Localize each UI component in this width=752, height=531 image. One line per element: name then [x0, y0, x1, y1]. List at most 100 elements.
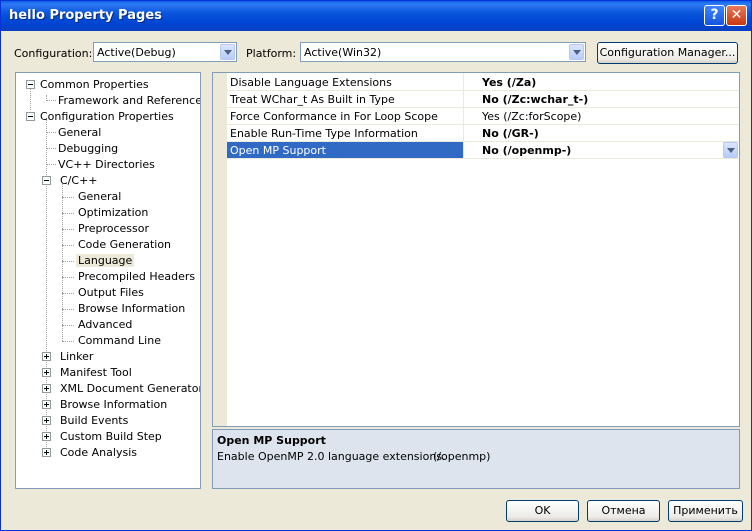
- tree-node-label: Code Analysis: [60, 446, 137, 459]
- tree-line: [62, 277, 74, 278]
- tree-node-label: Browse Information: [78, 302, 186, 315]
- tree-line: [62, 293, 74, 294]
- help-icon: ?: [710, 7, 719, 23]
- tree-node-cpp-preprocessor[interactable]: Preprocessor: [76, 221, 151, 237]
- tree-node-cpp-precompiled-headers[interactable]: Precompiled Headers: [76, 269, 197, 285]
- close-button[interactable]: ✕: [726, 5, 747, 26]
- window-title: hello Property Pages: [9, 8, 162, 23]
- tree-node-label: Build Events: [60, 414, 129, 427]
- property-row[interactable]: Treat WChar_t As Built in Type No (/Zc:wc…: [227, 91, 739, 108]
- tree-node-cpp-command-line[interactable]: Command Line: [76, 333, 163, 349]
- chevron-down-icon[interactable]: [569, 44, 584, 60]
- tree-line: [46, 132, 56, 133]
- tree-node-custom-build-step[interactable]: Custom Build Step: [42, 429, 164, 445]
- configuration-label: Configuration:: [14, 47, 93, 60]
- tree-node-label: Optimization: [78, 206, 149, 219]
- chevron-down-icon[interactable]: [220, 44, 235, 60]
- property-value[interactable]: No (/openmp-): [482, 144, 571, 157]
- configuration-manager-button[interactable]: Configuration Manager...: [597, 42, 738, 64]
- tree-node-label: VC++ Directories: [58, 158, 155, 171]
- expand-icon[interactable]: [42, 432, 51, 441]
- tree-line: [62, 309, 74, 310]
- expand-icon[interactable]: [42, 416, 51, 425]
- expand-icon[interactable]: [42, 368, 51, 377]
- tree-node-label: Custom Build Step: [60, 430, 162, 443]
- property-value[interactable]: No (/GR-): [482, 127, 539, 140]
- collapse-icon[interactable]: [26, 80, 35, 89]
- tree-node-cpp-advanced[interactable]: Advanced: [76, 317, 134, 333]
- tree-line: [62, 183, 63, 341]
- ok-button[interactable]: OK: [506, 500, 579, 522]
- expand-icon[interactable]: [42, 384, 51, 393]
- cancel-button[interactable]: Отмена: [587, 500, 660, 522]
- tree-node-browse-information[interactable]: Browse Information: [42, 397, 169, 413]
- tree-node-label: Browse Information: [60, 398, 168, 411]
- tree-node-general[interactable]: General: [56, 125, 103, 141]
- tree-node-linker[interactable]: Linker: [42, 349, 95, 365]
- tree-node-cpp-code-generation[interactable]: Code Generation: [76, 237, 173, 253]
- property-name: Disable Language Extensions: [230, 76, 392, 89]
- description-panel: Open MP Support Enable OpenMP 2.0 langua…: [212, 429, 740, 489]
- tree-line: [62, 261, 74, 262]
- property-row[interactable]: Disable Language Extensions Yes (/Za): [227, 74, 739, 91]
- tree-node-label: Language: [76, 254, 135, 267]
- property-row[interactable]: Open MP Support No (/openmp-): [227, 142, 739, 159]
- tree-node-cpp-language[interactable]: Language: [76, 253, 135, 269]
- tree-node-xml-document-generator[interactable]: XML Document Generator: [42, 381, 201, 397]
- property-value[interactable]: Yes (/Za): [482, 76, 536, 89]
- tree-node-configuration-properties[interactable]: Configuration Properties: [26, 109, 176, 125]
- apply-button[interactable]: Применить: [668, 500, 743, 522]
- configuration-value: Active(Debug): [97, 46, 176, 59]
- collapse-icon[interactable]: [26, 112, 35, 121]
- tree-node-common-properties[interactable]: Common Properties: [26, 77, 151, 93]
- tree-node-label: Configuration Properties: [40, 110, 174, 123]
- platform-value: Active(Win32): [304, 46, 382, 59]
- tree-line: [62, 197, 74, 198]
- tree-node-cpp[interactable]: C/C++: [42, 173, 100, 189]
- chevron-down-icon[interactable]: [723, 142, 738, 158]
- tree-node-label: C/C++: [60, 174, 98, 187]
- property-tree[interactable]: Common Properties Framework and Referenc…: [15, 72, 201, 489]
- tree-node-build-events[interactable]: Build Events: [42, 413, 130, 429]
- expand-icon[interactable]: [42, 448, 51, 457]
- tree-node-label: Common Properties: [40, 78, 149, 91]
- description-switch: (/openmp): [433, 450, 491, 463]
- platform-combo[interactable]: Active(Win32): [300, 42, 586, 62]
- tree-node-cpp-optimization[interactable]: Optimization: [76, 205, 150, 221]
- tree-node-cpp-browse-information[interactable]: Browse Information: [76, 301, 187, 317]
- tree-node-debugging[interactable]: Debugging: [56, 141, 120, 157]
- property-value[interactable]: No (/Zc:wchar_t-): [482, 93, 588, 106]
- property-pages-window: hello Property Pages ? ✕ Configuration: …: [0, 0, 752, 531]
- property-value[interactable]: Yes (/Zc:forScope): [482, 110, 581, 123]
- tree-line: [62, 325, 74, 326]
- expand-icon[interactable]: [42, 400, 51, 409]
- property-name: Force Conformance in For Loop Scope: [230, 110, 438, 123]
- tree-node-label: Preprocessor: [78, 222, 150, 235]
- tree-node-manifest-tool[interactable]: Manifest Tool: [42, 365, 134, 381]
- grid-gutter: [213, 73, 227, 426]
- tree-node-code-analysis[interactable]: Code Analysis: [42, 445, 139, 461]
- collapse-icon[interactable]: [42, 176, 51, 185]
- tree-node-vc-directories[interactable]: VC++ Directories: [56, 157, 157, 173]
- tree-line: [46, 100, 56, 101]
- tree-node-cpp-output-files[interactable]: Output Files: [76, 285, 146, 301]
- tree-line: [46, 164, 56, 165]
- title-bar[interactable]: hello Property Pages ? ✕: [1, 1, 751, 31]
- grid-divider: [463, 73, 464, 158]
- property-row[interactable]: Force Conformance in For Loop Scope Yes (…: [227, 108, 739, 125]
- tree-node-label: XML Document Generator: [60, 382, 201, 395]
- tree-line: [62, 341, 74, 342]
- configuration-combo[interactable]: Active(Debug): [93, 42, 237, 62]
- property-grid[interactable]: Disable Language Extensions Yes (/Za) Trea…: [212, 72, 740, 427]
- expand-icon[interactable]: [42, 352, 51, 361]
- tree-node-cpp-general[interactable]: General: [76, 189, 123, 205]
- tree-node-label: Framework and References: [58, 94, 201, 107]
- tree-node-label: Advanced: [78, 318, 133, 331]
- property-name: Treat WChar_t As Built in Type: [230, 93, 395, 106]
- help-button[interactable]: ?: [704, 5, 725, 26]
- property-row[interactable]: Enable Run-Time Type Information No (/GR-…: [227, 125, 739, 142]
- tree-line: [62, 213, 74, 214]
- tree-node-framework-references[interactable]: Framework and References: [56, 93, 201, 109]
- tree-node-label: Precompiled Headers: [78, 270, 196, 283]
- property-name: Open MP Support: [230, 144, 326, 157]
